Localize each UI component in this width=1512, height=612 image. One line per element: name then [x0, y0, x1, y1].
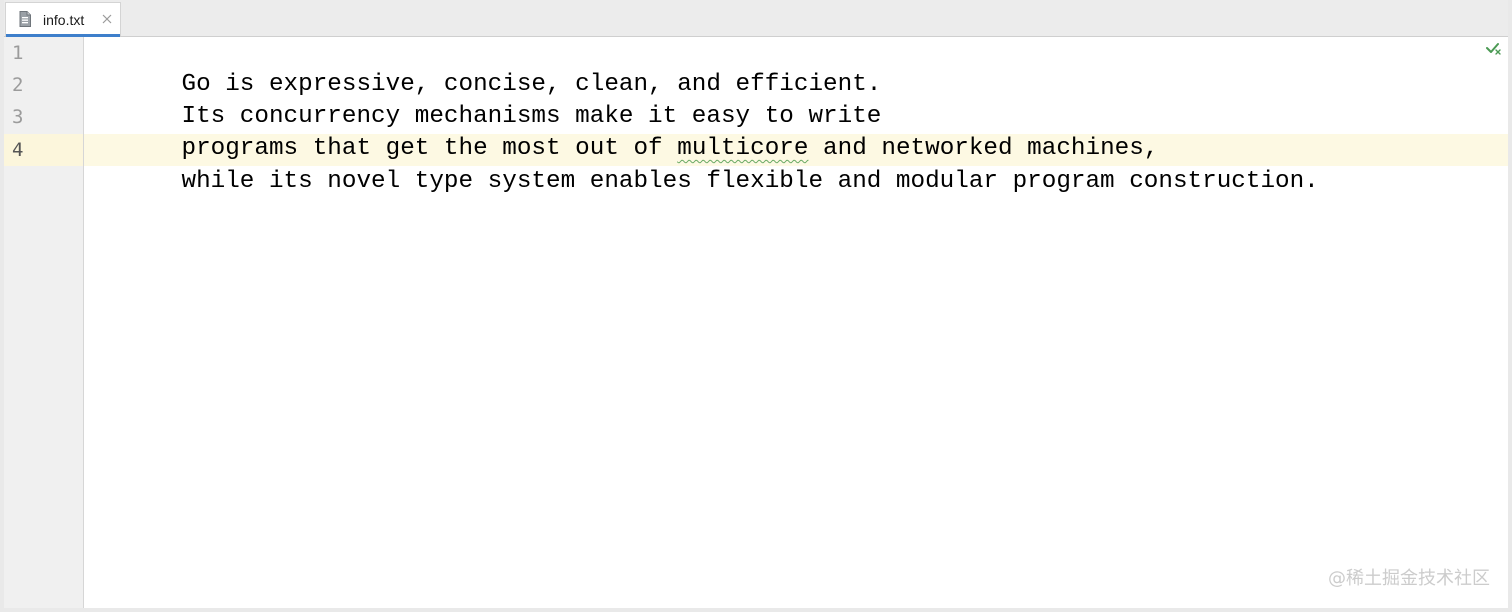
tab-label: info.txt: [43, 12, 85, 28]
line-number: 2: [12, 74, 24, 96]
tab-bar: info.txt: [4, 0, 1508, 37]
editor-window: info.txt 1 2 3 4 Go is expressive, conci…: [0, 0, 1512, 612]
tab-info-txt[interactable]: info.txt: [5, 2, 121, 37]
line-number: 3: [12, 106, 24, 128]
code-text: while its novel type system enables flex…: [181, 168, 1319, 195]
code-line-3[interactable]: programs that get the most out of multic…: [94, 101, 1158, 162]
code-line-1[interactable]: Go is expressive, concise, clean, and ef…: [94, 37, 881, 98]
line-number-current: 4: [12, 139, 24, 161]
watermark: @稀土掘金技术社区: [1328, 568, 1490, 589]
line-number: 1: [12, 42, 24, 64]
line-number-gutter[interactable]: 1 2 3 4: [4, 37, 84, 608]
code-line-4[interactable]: while its novel type system enables flex…: [94, 134, 1318, 195]
inspection-ok-icon[interactable]: [1486, 41, 1502, 57]
code-line-2[interactable]: Its concurrency mechanisms make it easy …: [94, 69, 881, 130]
text-editor-area[interactable]: Go is expressive, concise, clean, and ef…: [84, 37, 1508, 608]
text-file-icon: [19, 11, 31, 27]
close-icon[interactable]: [101, 12, 113, 26]
